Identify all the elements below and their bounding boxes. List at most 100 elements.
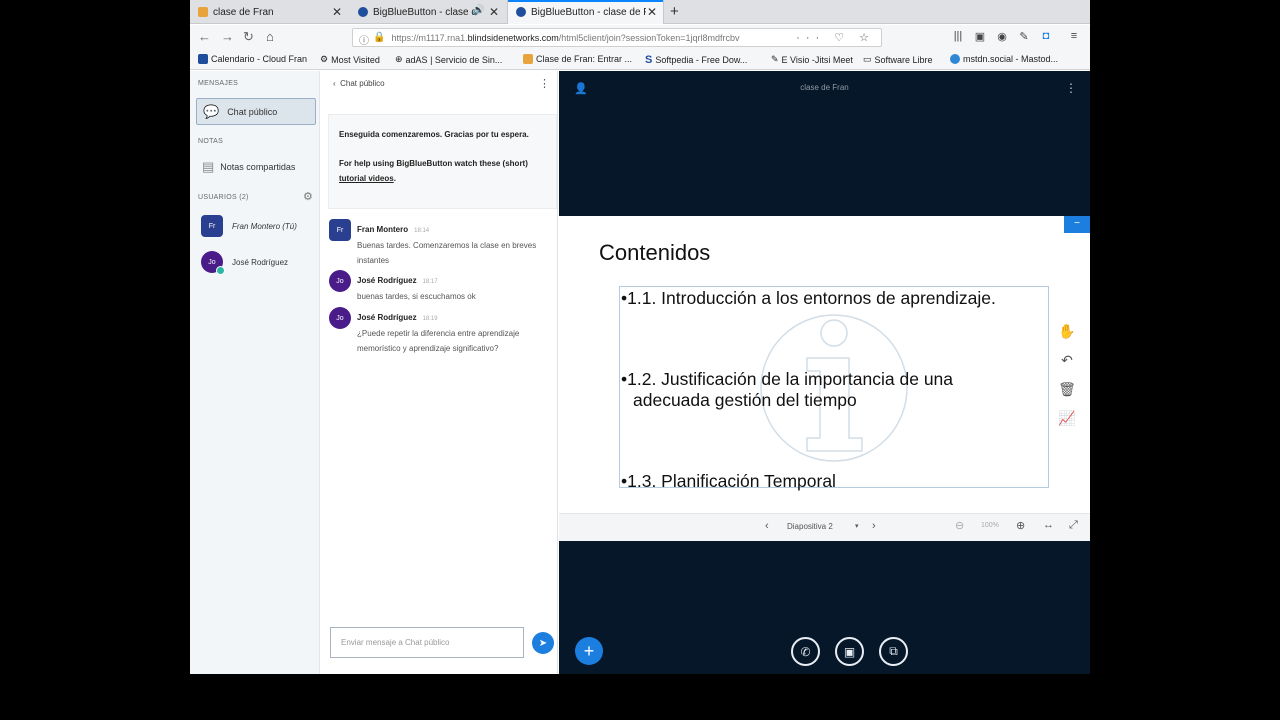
slide-selector[interactable]: Diapositiva 2 bbox=[787, 522, 833, 531]
url-suffix: /html5client/join?sessionToken=1jqrl8mdf… bbox=[558, 32, 740, 43]
avatar: Jo bbox=[329, 270, 351, 292]
avatar: Fr bbox=[329, 219, 351, 241]
hand-icon[interactable]: ✋ bbox=[1054, 317, 1080, 346]
bookmark-item[interactable]: ▭ Software Libre bbox=[863, 54, 933, 65]
phone-icon: ✆ bbox=[800, 644, 811, 659]
video-icon: ▣ bbox=[843, 644, 856, 659]
info-icon[interactable]: ⓘ bbox=[359, 32, 369, 47]
send-button[interactable]: ➤ bbox=[532, 632, 554, 654]
bookmark-item[interactable]: ⚙ Most Visited bbox=[320, 54, 380, 65]
zoom-out-icon[interactable]: ⊖ bbox=[955, 519, 964, 532]
chart-icon[interactable]: 📈 bbox=[1054, 404, 1080, 433]
bookmark-item[interactable]: ⊕ adAS | Servicio de Sin... bbox=[395, 54, 502, 65]
previous-slide-icon[interactable]: ‹ bbox=[765, 520, 769, 532]
close-tab-icon[interactable]: ✕ bbox=[332, 5, 342, 19]
message-time: 18:14 bbox=[414, 228, 430, 234]
public-chat-link[interactable]: 💬 Chat público bbox=[196, 98, 316, 125]
fit-width-icon[interactable]: ↔ bbox=[1043, 519, 1054, 531]
chat-icon: 💬 bbox=[203, 103, 220, 119]
new-tab-icon[interactable]: + bbox=[670, 3, 679, 20]
slide-bullet: •1.1. Introducción a los entornos de apr… bbox=[621, 288, 996, 308]
chevron-left-icon: ‹ bbox=[333, 79, 336, 88]
actions-button[interactable]: + bbox=[575, 637, 603, 665]
zoom-level: 100% bbox=[981, 522, 999, 529]
send-icon: ➤ bbox=[538, 637, 548, 649]
sidebar-icon[interactable]: ▣ bbox=[974, 30, 986, 43]
url-bar[interactable]: ⓘ 🔒 https://m1117.rna1. blindsidenetworks… bbox=[352, 28, 882, 47]
bookmark-label: E Visio -Jitsi Meet bbox=[781, 54, 853, 65]
status-dot bbox=[216, 266, 225, 275]
close-tab-icon[interactable]: ✕ bbox=[489, 5, 499, 19]
leaf-icon: ✎ bbox=[771, 54, 779, 64]
bookmark-label: adAS | Servicio de Sin... bbox=[405, 54, 503, 65]
chat-message: Jo José Rodríguez 18:17 buenas tardes, si… bbox=[329, 270, 554, 304]
sender-name: José Rodríguez bbox=[357, 276, 417, 285]
bookmark-label: Software Libre bbox=[874, 54, 933, 65]
tab-clase-de-fran[interactable]: clase de Fran ✕ bbox=[190, 0, 348, 24]
dropdown-icon[interactable]: ▾ bbox=[855, 522, 859, 530]
zoom-in-icon[interactable]: ⊕ bbox=[1016, 519, 1025, 532]
join-audio-button[interactable]: ✆ bbox=[791, 637, 820, 666]
users-header: USUARIOS (2) bbox=[198, 194, 249, 201]
undo-icon[interactable]: ↶ bbox=[1054, 346, 1080, 375]
trash-icon[interactable]: 🗑 bbox=[1054, 375, 1080, 404]
user-item[interactable]: Fr Fran Montero (Tú) bbox=[201, 215, 297, 237]
user-name: Fran Montero (Tú) bbox=[232, 221, 297, 231]
tutorial-videos-link[interactable]: tutorial videos bbox=[339, 174, 394, 183]
tab-bigbluebutton-active[interactable]: BigBlueButton - clase de F ✕ bbox=[507, 0, 664, 24]
chat-input[interactable]: Enviar mensaje a Chat público bbox=[330, 627, 524, 658]
slide-bullet: •1.3. Planificación Temporal bbox=[621, 471, 836, 491]
synced-icon[interactable]: ◘ bbox=[1040, 30, 1052, 43]
moodle-icon bbox=[523, 54, 533, 64]
share-screen-button[interactable]: ⧉ bbox=[879, 637, 908, 666]
bookmark-label: Softpedia - Free Dow... bbox=[655, 55, 748, 65]
bookmark-item[interactable]: Clase de Fran: Entrar ... bbox=[523, 54, 632, 64]
url-domain: blindsidenetworks.com bbox=[467, 32, 559, 43]
extension-icon[interactable]: ◉ bbox=[996, 30, 1008, 43]
share-webcam-button[interactable]: ▣ bbox=[835, 637, 864, 666]
avatar: Jo bbox=[201, 251, 225, 275]
slide-bullet: •1.2. Justificación de la importancia de… bbox=[621, 369, 954, 389]
message-text: Buenas tardes. Comenzaremos la clase en … bbox=[357, 241, 537, 265]
whiteboard-toolbar: ✋ ↶ 🗑 📈 bbox=[1054, 317, 1080, 433]
speaker-icon[interactable]: 🔊 bbox=[473, 5, 485, 16]
menu-icon[interactable]: ≡ bbox=[1068, 30, 1080, 43]
message-text: buenas tardes, si escuchamos ok bbox=[357, 292, 476, 301]
desktop-icon: ⧉ bbox=[889, 644, 898, 658]
toolbar-icons: ||| ▣ ◉ ✎ ◘ ≡ bbox=[952, 30, 1080, 43]
chat-back-button[interactable]: ‹ Chat público bbox=[333, 79, 385, 88]
minimize-presentation-button[interactable]: − bbox=[1064, 216, 1090, 233]
library-icon[interactable]: ||| bbox=[952, 30, 964, 43]
page-actions-icon[interactable]: ··· ♡ ☆ bbox=[796, 31, 875, 44]
forward-icon[interactable]: → bbox=[221, 30, 234, 44]
meeting-title: clase de Fran bbox=[800, 83, 849, 92]
reload-icon[interactable]: ↻ bbox=[243, 30, 254, 44]
more-options-icon[interactable]: ⋮ bbox=[1065, 81, 1077, 95]
message-time: 18:19 bbox=[422, 316, 438, 322]
bookmark-item[interactable]: mstdn.social - Mastod... bbox=[950, 54, 1058, 64]
next-slide-icon[interactable]: › bbox=[872, 520, 876, 532]
shared-notes-link[interactable]: ▤ Notas compartidas bbox=[202, 159, 295, 175]
back-icon[interactable]: ← bbox=[198, 30, 211, 44]
user-item[interactable]: Jo José Rodríguez bbox=[201, 251, 288, 275]
sender-name: José Rodríguez bbox=[357, 313, 417, 322]
sender-name: Fran Montero bbox=[357, 225, 409, 234]
avatar: Jo bbox=[329, 307, 351, 329]
softpedia-icon: S bbox=[645, 54, 653, 66]
messages-header: MENSAJES bbox=[198, 80, 239, 87]
bookmark-icon bbox=[198, 54, 208, 64]
fullscreen-icon[interactable]: ⤢ bbox=[1069, 519, 1078, 532]
bookmark-label: Most Visited bbox=[331, 54, 380, 65]
bookmark-item[interactable]: Calendario - Cloud Fran bbox=[198, 54, 307, 64]
slide-bullet: adecuada gestión del tiempo bbox=[633, 390, 857, 410]
more-options-icon[interactable]: ⋮ bbox=[539, 77, 550, 90]
bookmark-item[interactable]: S Softpedia - Free Dow... bbox=[645, 54, 747, 66]
gear-icon: ⚙ bbox=[320, 54, 329, 64]
user-list-panel: MENSAJES 💬 Chat público NOTAS ▤ Notas co… bbox=[190, 71, 320, 674]
bookmark-item[interactable]: ✎ E Visio -Jitsi Meet bbox=[771, 54, 853, 65]
home-icon[interactable]: ⌂ bbox=[266, 30, 274, 44]
close-tab-icon[interactable]: ✕ bbox=[647, 5, 657, 19]
tool-icon[interactable]: ✎ bbox=[1018, 30, 1030, 43]
gear-icon[interactable]: ⚙ bbox=[303, 190, 313, 203]
tab-bigbluebutton-1[interactable]: BigBlueButton - clase d 🔊 ✕ bbox=[350, 0, 505, 24]
